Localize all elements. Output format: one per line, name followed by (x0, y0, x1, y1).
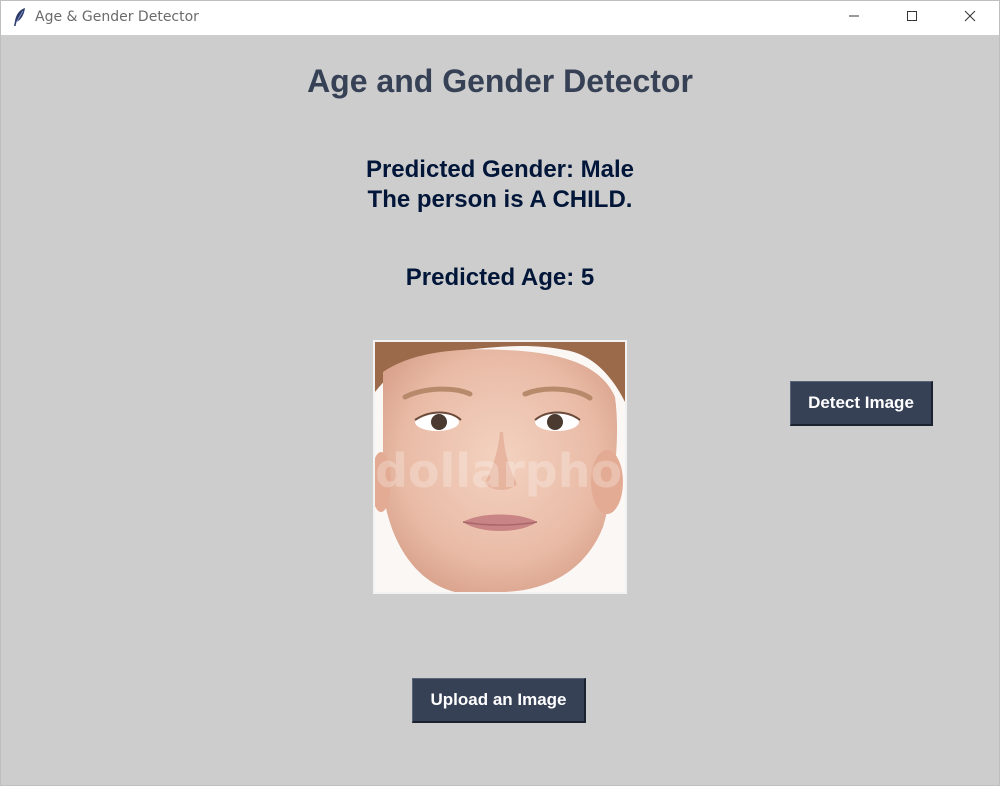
gender-label: Predicted Gender: Male (365, 156, 635, 183)
close-icon (964, 9, 976, 27)
close-button[interactable] (941, 1, 999, 35)
uploaded-image: dollarphoto (373, 340, 627, 594)
maximize-button[interactable] (883, 1, 941, 35)
face-photo: dollarphoto (375, 342, 625, 592)
feather-icon (11, 7, 29, 27)
upload-image-button[interactable]: Upload an Image (412, 678, 586, 723)
age-label: Predicted Age: 5 (405, 264, 595, 291)
app-window: Age & Gender Detector Age and Gender Det… (0, 0, 1000, 786)
page-title: Age and Gender Detector (307, 63, 693, 99)
maximize-icon (906, 9, 918, 27)
minimize-button[interactable] (825, 1, 883, 35)
detect-image-button[interactable]: Detect Image (790, 381, 933, 426)
photo-watermark: dollarphoto (375, 444, 625, 498)
window-title: Age & Gender Detector (35, 9, 199, 25)
main-panel: Age and Gender Detector Predicted Gender… (1, 35, 999, 785)
title-bar[interactable]: Age & Gender Detector (1, 1, 999, 35)
minimize-icon (848, 9, 860, 27)
category-label: The person is A CHILD. (367, 186, 633, 213)
prediction-result: Predicted Gender: Male The person is A C… (1, 155, 999, 215)
